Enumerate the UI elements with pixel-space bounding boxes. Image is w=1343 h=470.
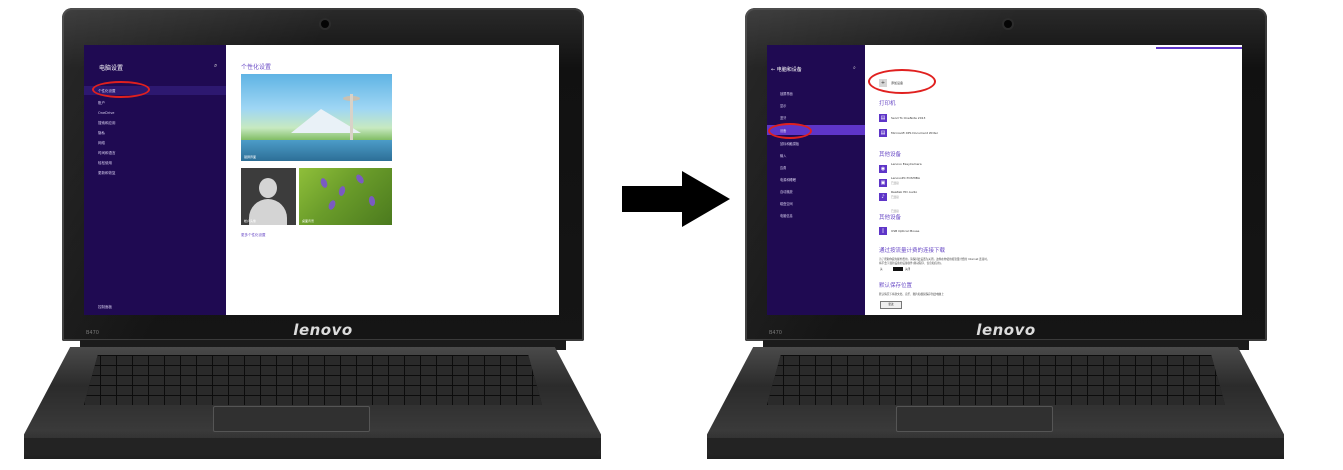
device-name: Microsoft XPS Document Writer	[891, 130, 938, 135]
sidebar-item-pc-info[interactable]: 电脑信息	[780, 213, 793, 218]
sidebar-item-update-recovery[interactable]: 更新和恢复	[98, 171, 116, 176]
laptop-lid: 电脑设置 ⌕ 个性化设置 账户 OneDrive 搜索和应用 隐私 网络 时间和…	[62, 8, 584, 341]
keyboard	[84, 355, 542, 405]
account-picture-caption: 帐户头像	[244, 219, 257, 223]
device-text: Realtek HD Audio 已连接	[891, 178, 917, 216]
touchpad	[896, 406, 1053, 432]
user-avatar-icon	[259, 178, 277, 198]
highlight-ring	[868, 69, 936, 94]
section-heading-metered: 通过按流量计费的连接下载	[879, 248, 946, 254]
laptop-lid: ← 电脑和设备 ⌕ 锁屏界面 显示 蓝牙 设备 鼠标和触摸板 输入 边角 电源和…	[745, 8, 1267, 341]
sidebar-item-network[interactable]: 网络	[98, 141, 105, 146]
space-needle-image	[350, 94, 353, 144]
search-icon[interactable]: ⌕	[214, 62, 217, 70]
touchpad	[213, 406, 370, 432]
webcam-icon	[1004, 20, 1012, 28]
camera-icon: ◉	[879, 164, 887, 173]
lavender-flower	[337, 185, 347, 197]
sidebar-item-disk-space[interactable]: 磁盘空间	[780, 201, 793, 206]
lavender-flower	[327, 199, 337, 211]
device-row[interactable]: ▤ Send To OneNote 2013	[879, 113, 925, 122]
sidebar-item-time-language[interactable]: 时间和语言	[98, 151, 116, 156]
section-heading-default-save: 默认保存位置	[879, 283, 913, 289]
toggle-state: 关	[880, 268, 883, 271]
personalize-content: 个性化设置 锁屏界面 帐户头像 桌面背景 更多个性化设置	[226, 45, 559, 315]
desktop-background-tile[interactable]: 桌面背景	[299, 168, 392, 225]
accent-bar	[1156, 47, 1242, 49]
laptop-front-edge	[707, 438, 1284, 454]
settings-sidebar: 电脑设置 ⌕ 个性化设置 账户 OneDrive 搜索和应用 隐私 网络 时间和…	[84, 45, 226, 315]
default-save-description: 默认情况下将新文档、音乐、图片和视频保存到此电脑上	[879, 293, 944, 296]
device-name: Realtek HD Audio	[891, 189, 918, 194]
back-arrow-icon[interactable]: ←	[771, 67, 775, 73]
printer-icon: ▤	[879, 128, 887, 137]
lock-screen-caption: 锁屏界面	[244, 155, 257, 159]
laptop-right: ← 电脑和设备 ⌕ 锁屏界面 显示 蓝牙 设备 鼠标和触摸板 输入 边角 电源和…	[703, 0, 1288, 470]
toggle-label: 关闭	[905, 268, 911, 271]
sidebar-item-corners[interactable]: 边角	[780, 165, 786, 170]
device-name: Send To OneNote 2013	[891, 115, 926, 120]
device-row[interactable]: ♪ Realtek HD Audio 已连接	[879, 190, 917, 213]
highlight-ring	[92, 81, 150, 98]
more-personalization-link[interactable]: 更多个性化设置	[241, 233, 266, 238]
screen-personalize: 电脑设置 ⌕ 个性化设置 账户 OneDrive 搜索和应用 隐私 网络 时间和…	[84, 45, 559, 315]
speaker-icon: ♪	[879, 192, 887, 201]
lock-screen-tile[interactable]: 锁屏界面	[241, 74, 392, 161]
metered-description-2: 将不会下载新设备的设备软件(驱动程序、信息和应用)。	[879, 262, 944, 265]
sidebar-item-display[interactable]: 显示	[780, 103, 786, 108]
sidebar-item-control-panel[interactable]: 控制面板	[98, 305, 112, 310]
lenovo-logo: lenovo	[976, 321, 1036, 339]
sidebar-item-typing[interactable]: 输入	[780, 153, 786, 158]
devices-sidebar: ← 电脑和设备 ⌕ 锁屏界面 显示 蓝牙 设备 鼠标和触摸板 输入 边角 电源和…	[767, 45, 865, 315]
device-icon: ▣	[879, 178, 887, 187]
device-row[interactable]: ▯ USB Optical Mouse	[879, 226, 919, 235]
sidebar-title: ← 电脑和设备	[771, 66, 802, 73]
search-icon[interactable]: ⌕	[853, 65, 856, 71]
sidebar-item-lock-screen[interactable]: 锁屏界面	[780, 91, 793, 96]
sidebar-title: 电脑设置	[99, 65, 124, 72]
sidebar-item-mouse-touchpad[interactable]: 鼠标和触摸板	[780, 141, 799, 146]
mouse-icon: ▯	[879, 226, 887, 235]
sidebar-item-bluetooth[interactable]: 蓝牙	[780, 115, 786, 120]
screen-devices: ← 电脑和设备 ⌕ 锁屏界面 显示 蓝牙 设备 鼠标和触摸板 输入 边角 电源和…	[767, 45, 1242, 315]
laptop-left: 电脑设置 ⌕ 个性化设置 账户 OneDrive 搜索和应用 隐私 网络 时间和…	[20, 0, 605, 470]
laptop-front-edge	[24, 438, 601, 454]
sidebar-title-text: 电脑和设备	[776, 67, 802, 73]
printer-icon: ▤	[879, 113, 887, 122]
page-title: 个性化设置	[241, 64, 272, 71]
lavender-flower	[354, 173, 366, 185]
change-button[interactable]: 更改	[880, 301, 902, 309]
lavender-flower	[368, 195, 376, 207]
sidebar-item-onedrive[interactable]: OneDrive	[98, 111, 114, 115]
sidebar-item-power-sleep[interactable]: 电源和睡眠	[780, 177, 796, 182]
webcam-icon	[321, 20, 329, 28]
lavender-flower	[319, 177, 329, 189]
account-picture-tile[interactable]: 帐户头像	[241, 168, 296, 225]
lenovo-logo: lenovo	[293, 321, 353, 339]
sidebar-item-autoplay[interactable]: 自动播放	[780, 189, 793, 194]
desktop-background-caption: 桌面背景	[302, 219, 315, 223]
metered-toggle[interactable]	[893, 267, 903, 271]
sidebar-item-accounts[interactable]: 账户	[98, 101, 105, 106]
sidebar-item-ease-of-access[interactable]: 轻松使用	[98, 161, 112, 166]
sidebar-item-search-apps[interactable]: 搜索和应用	[98, 121, 116, 126]
keyboard	[767, 355, 1225, 405]
sidebar-item-privacy[interactable]: 隐私	[98, 131, 105, 136]
device-name: USB Optical Mouse	[891, 228, 920, 233]
device-row[interactable]: ▤ Microsoft XPS Document Writer	[879, 128, 938, 137]
section-heading-mouse: 其他设备	[879, 215, 902, 221]
section-heading-printers: 打印机	[879, 101, 896, 107]
water-image	[241, 140, 392, 161]
highlight-ring	[768, 123, 812, 139]
devices-content: + 添加设备 打印机 ▤ Send To OneNote 2013 ▤ Micr…	[865, 45, 1242, 315]
